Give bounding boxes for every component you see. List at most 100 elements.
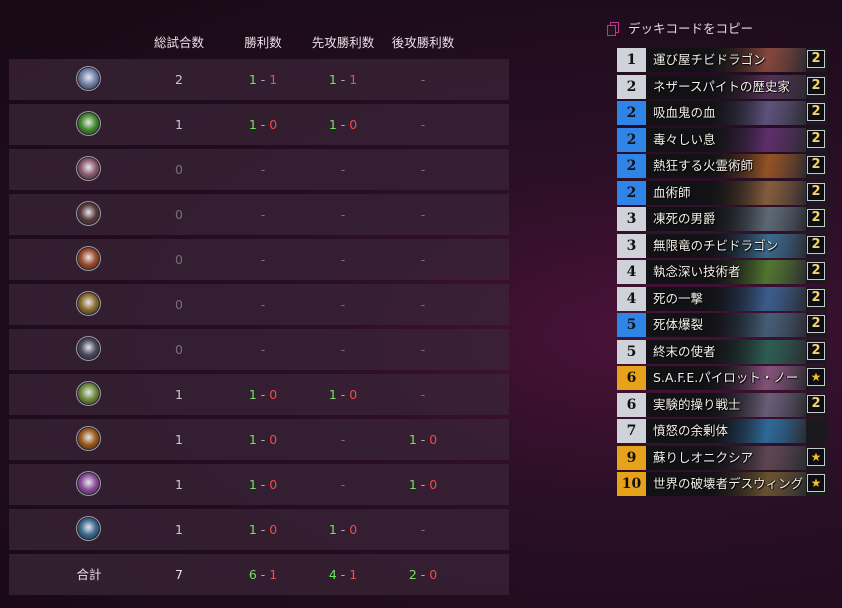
first-wins-record: 1 - 0 (329, 374, 357, 415)
total-games: 7 (175, 567, 183, 582)
deck-card[interactable]: 2 毒々しい息 2 (617, 127, 827, 152)
games-count: 1 (175, 117, 183, 132)
deck-card[interactable]: 4 執念深い技術者 2 (617, 260, 827, 284)
loss-count: 0 (349, 117, 358, 132)
card-cost: 4 (617, 286, 646, 311)
second-wins-record: - (420, 342, 426, 357)
card-count: 2 (807, 288, 825, 307)
card-cost: 3 (617, 233, 646, 258)
shadow-class-icon (76, 336, 101, 361)
second-wins-record: 1 - 0 (409, 419, 437, 460)
games-count: 1 (175, 387, 183, 402)
deck-card[interactable]: 1 運び屋チビドラゴン 2 (617, 48, 827, 72)
card-name: 実験的操り戦士 (653, 396, 741, 412)
second-wins-record: - (420, 522, 426, 537)
card-name: 熱狂する火霊術師 (653, 158, 754, 173)
deck-card[interactable]: 2 吸血鬼の血 2 (617, 101, 827, 125)
deck-card[interactable]: 2 熱狂する火霊術師 2 (617, 154, 827, 178)
deck-card[interactable]: 7 憤怒の余剰体 (617, 419, 827, 443)
nature-class-icon (76, 381, 101, 406)
wins-record: 1 - 0 (249, 104, 277, 145)
record-separator: - (256, 117, 270, 132)
card-cost: 3 (617, 207, 646, 231)
card-count: 2 (807, 50, 825, 68)
card-cost: 6 (617, 366, 646, 390)
win-count: 1 (248, 117, 257, 132)
deck-card[interactable]: 9 蘇りしオニクシア ★ (617, 445, 827, 470)
deck-card[interactable]: 3 凍死の男爵 2 (617, 207, 827, 231)
win-count: 1 (328, 72, 337, 87)
first-wins-record: - (340, 342, 346, 357)
wins-record: - (260, 207, 266, 222)
deck-card[interactable]: 6 実験的操り戦士 2 (617, 392, 827, 417)
games-count: 0 (175, 342, 183, 357)
card-count: 2 (807, 315, 825, 333)
first-wins-record: - (340, 207, 346, 222)
loss-count: 1 (349, 567, 358, 582)
loss-count: 0 (429, 567, 438, 582)
copy-deck-code-label: デッキコードをコピー (628, 21, 754, 36)
deck-card[interactable]: 5 終末の使者 2 (617, 339, 827, 364)
games-count: 0 (175, 297, 183, 312)
games-count: 0 (175, 207, 183, 222)
win-count: 1 (408, 477, 417, 492)
record-separator: - (256, 387, 270, 402)
loss-count: 0 (269, 477, 278, 492)
card-name: 終末の使者 (653, 343, 716, 359)
loss-count: 0 (269, 117, 278, 132)
card-name: ネザースパイトの歴史家 (653, 78, 790, 94)
record-separator: - (256, 567, 270, 582)
record-separator: - (336, 72, 350, 87)
card-name: 血術師 (653, 184, 691, 200)
copy-deck-code-button[interactable]: デッキコードをコピー (607, 18, 753, 40)
card-count: 2 (807, 394, 825, 413)
record-separator: - (416, 567, 430, 582)
win-count: 1 (328, 117, 337, 132)
wins-record: - (260, 342, 266, 357)
card-cost: 2 (617, 101, 646, 125)
deck-card[interactable]: 4 死の一撃 2 (617, 286, 827, 311)
second-wins-record: - (420, 162, 426, 177)
win-count: 1 (328, 522, 337, 537)
wins-record: 1 - 0 (249, 464, 277, 505)
card-name: 憤怒の余剰体 (653, 423, 729, 438)
wins-record: - (260, 297, 266, 312)
deck-card[interactable]: 10 世界の破壊者デスウィング ★ (617, 472, 827, 496)
total-second-wins-record: 2 - 0 (409, 554, 437, 595)
card-name: 運び屋チビドラゴン (653, 52, 766, 67)
sword-class-icon (76, 516, 101, 541)
win-count: 1 (408, 432, 417, 447)
card-name: 凍死の男爵 (653, 211, 716, 226)
loss-count: 0 (269, 522, 278, 537)
card-count: 2 (807, 156, 825, 174)
record-separator: - (336, 387, 350, 402)
record-separator: - (336, 117, 350, 132)
record-separator: - (336, 522, 350, 537)
card-cost: 2 (617, 127, 646, 152)
card-name: 毒々しい息 (653, 131, 716, 147)
wins-record: 1 - 0 (249, 374, 277, 415)
record-separator: - (256, 522, 270, 537)
deck-card[interactable]: 6 S.A.F.E.パイロット・ノー ★ (617, 366, 827, 390)
games-count: 0 (175, 252, 183, 267)
record-separator: - (416, 477, 430, 492)
deck-card[interactable]: 2 ネザースパイトの歴史家 2 (617, 74, 827, 99)
card-name: S.A.F.E.パイロット・ノー (653, 370, 799, 385)
card-name: 蘇りしオニクシア (653, 449, 754, 465)
second-wins-record: - (420, 207, 426, 222)
loss-count: 0 (269, 387, 278, 402)
table-row: 11 - 0-1 - 0 (9, 419, 509, 460)
fire-class-icon (76, 246, 101, 271)
loss-count: 0 (269, 432, 278, 447)
first-wins-record: - (340, 477, 346, 492)
card-cost: 10 (617, 472, 646, 496)
record-separator: - (256, 477, 270, 492)
table-row: 0 - - - (9, 239, 509, 280)
total-label: 合計 (76, 567, 102, 582)
table-row: 0 - - - (9, 329, 509, 370)
hammer-class-icon (76, 291, 101, 316)
deck-card[interactable]: 5 死体爆裂 2 (617, 313, 827, 337)
deck-card[interactable]: 3 無限竜のチビドラゴン 2 (617, 233, 827, 258)
wins-record: - (260, 162, 266, 177)
deck-card[interactable]: 2 血術師 2 (617, 180, 827, 205)
